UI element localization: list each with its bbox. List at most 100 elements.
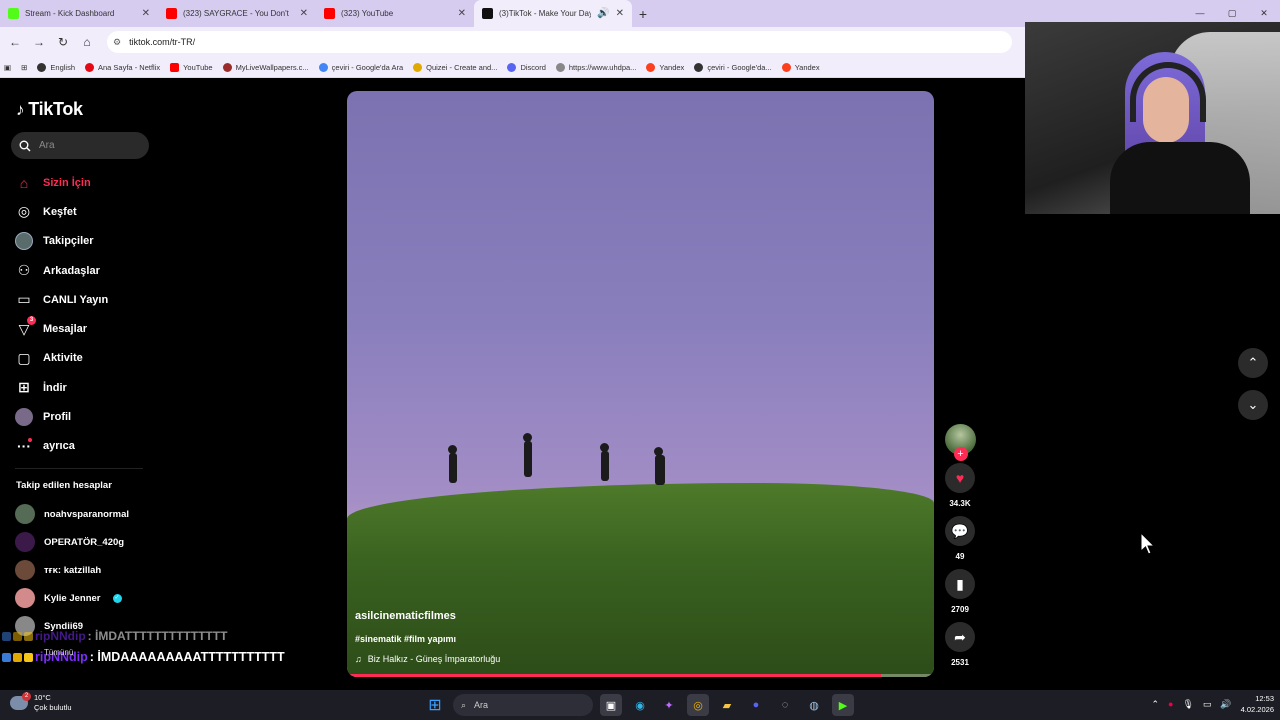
browser-tab-kick[interactable]: Stream - Kick Dashboard ✕ — [0, 0, 158, 27]
google-icon — [318, 62, 328, 72]
close-tab-icon[interactable]: ✕ — [300, 8, 308, 19]
video-music[interactable]: ♫ Biz Halkız - Güneş İmparatorluğu — [355, 654, 500, 664]
clock-time: 12:53 — [1255, 694, 1274, 703]
next-video-button[interactable]: ⌄ — [1238, 390, 1268, 420]
tiktok-sidebar: ♪ TikTok Ara ⌂ Sizin İçin ◎ Keşfet Takip… — [0, 80, 160, 690]
copilot-icon[interactable]: ✦ — [658, 694, 680, 716]
share-arrow-icon[interactable]: ➦ — [945, 622, 975, 652]
url-input[interactable]: ⚙ tiktok.com/tr-TR/ — [107, 31, 1012, 53]
heart-icon[interactable]: ♥ — [945, 463, 975, 493]
clock[interactable]: 12:53 4.02.2026 — [1241, 693, 1274, 715]
following-accounts-title: Takip edilen hesaplar — [16, 480, 112, 491]
kick-app-icon[interactable]: ▶ — [832, 694, 854, 716]
bookmark-quizei[interactable]: Quizei - Create and... — [413, 62, 497, 72]
back-arrow-icon[interactable]: ← — [3, 35, 27, 49]
speaker-icon[interactable]: 🔊 — [597, 8, 609, 19]
apps-grid-icon[interactable]: ⊞ — [21, 63, 27, 72]
following-account[interactable]: OPERATÖR_420g — [15, 528, 129, 556]
comment-icon[interactable]: 💬 — [945, 516, 975, 546]
reload-icon[interactable]: ↻ — [51, 35, 75, 49]
video-author[interactable]: asilcinematicfilmes — [355, 610, 456, 622]
like-action[interactable]: ♥ 34.3K — [945, 463, 975, 508]
sidebar-item-profile[interactable]: Profil — [15, 402, 108, 431]
system-tray: ⌃ ● 🎙 ▭ 🔊 12:53 4.02.2026 — [1151, 693, 1274, 715]
save-action[interactable]: ▮ 2709 — [945, 569, 975, 614]
following-account[interactable]: ᴛғᴋ: katzillah — [15, 556, 129, 584]
follow-plus-icon[interactable]: + — [953, 447, 968, 461]
creator-avatar[interactable]: + — [944, 424, 976, 461]
bookmark-google-ceviri[interactable]: çeviri - Google'da... — [694, 62, 772, 72]
browser-tab-tiktok[interactable]: (3)TikTok - Make Your Day 🔊 ✕ — [474, 0, 632, 27]
tiktok-logo[interactable]: ♪ TikTok — [16, 99, 83, 120]
weather-widget[interactable]: 2 10°C Çok bulutlu — [10, 692, 72, 713]
bookmark-mylivewallpapers[interactable]: MyLiveWallpapers.c... — [222, 62, 309, 72]
browser-tab-youtube[interactable]: (323) YouTube ✕ — [316, 0, 474, 27]
video-hashtags[interactable]: #sinematik #film yapımı — [355, 634, 456, 644]
bookmark-label: YouTube — [183, 62, 213, 72]
close-tab-icon[interactable]: ✕ — [616, 8, 624, 19]
sidebar-item-for-you[interactable]: ⌂ Sizin İçin — [15, 168, 108, 197]
sidebar-item-messages[interactable]: ▽ 3 Mesajlar — [15, 314, 108, 343]
sidebar-item-following[interactable]: Takipçiler — [15, 227, 108, 256]
weather-temp: 10°C — [34, 693, 51, 702]
record-app-icon[interactable]: ◌ — [774, 694, 796, 716]
sidebar-item-more[interactable]: ··· ayrıca — [15, 432, 108, 461]
bookmark-icon[interactable]: ▮ — [945, 569, 975, 599]
verified-badge-icon: ✓ — [112, 593, 122, 603]
sidebar-item-friends[interactable]: ⚇ Arkadaşlar — [15, 256, 108, 285]
chevron-up-icon[interactable]: ⌃ — [1151, 699, 1159, 710]
sidebar-item-activity[interactable]: ▢ Aktivite — [15, 344, 108, 373]
file-explorer-icon[interactable]: ▰ — [716, 694, 738, 716]
bookmark-discord[interactable]: Discord — [507, 62, 546, 72]
sidebar-item-download[interactable]: ⊞ İndir — [15, 373, 108, 402]
music-note-icon: ♫ — [355, 654, 362, 664]
chat-message: ripNNdip : İMDATTTTTTTTTTTTTT — [2, 626, 285, 646]
search-icon — [19, 140, 31, 151]
close-tab-icon[interactable]: ✕ — [458, 8, 466, 19]
previous-video-button[interactable]: ⌃ — [1238, 348, 1268, 378]
browser-tab-saygrace[interactable]: (323) SAYGRACE - You Don't ✕ — [158, 0, 316, 27]
sidebar-item-explore[interactable]: ◎ Keşfet — [15, 197, 108, 226]
home-button-icon[interactable]: ⌂ — [75, 35, 99, 49]
site-info-icon[interactable]: ⚙ — [113, 37, 121, 48]
sidebar-item-label: Arkadaşlar — [43, 264, 100, 277]
chrome-icon[interactable]: ◎ — [687, 694, 709, 716]
bookmark-google-translate[interactable]: çeviri - Google'da Ara — [318, 62, 403, 72]
discord-icon[interactable]: ● — [745, 694, 767, 716]
task-view-icon[interactable]: ▣ — [600, 694, 622, 716]
following-account[interactable]: noahvsparanormal — [15, 500, 129, 528]
bookmark-youtube[interactable]: YouTube — [170, 62, 213, 72]
share-action[interactable]: ➦ 2531 — [945, 622, 975, 667]
display-icon[interactable]: ▭ — [1203, 699, 1212, 710]
volume-icon[interactable]: 🔊 — [1220, 699, 1231, 710]
sidebar-item-live[interactable]: ▭ CANLI Yayın — [15, 285, 108, 314]
chat-text: : İMDATTTTTTTTTTTTTT — [87, 629, 228, 643]
microphone-icon[interactable]: 🎙 — [1182, 699, 1193, 710]
forward-arrow-icon[interactable]: → — [27, 35, 51, 49]
bookmark-uhdpaper[interactable]: https://www.uhdpa... — [555, 62, 636, 72]
bookmark-folder-icon[interactable]: ▣ — [4, 63, 11, 72]
taskbar-search[interactable]: ⌕ Ara — [453, 694, 593, 716]
bookmark-yandex-2[interactable]: Yandex — [781, 62, 820, 72]
video-player[interactable]: asilcinematicfilmes #sinematik #film yap… — [347, 91, 934, 677]
comment-action[interactable]: 💬 49 — [945, 516, 975, 561]
following-account[interactable]: Kylie Jenner ✓ — [15, 584, 129, 612]
close-tab-icon[interactable]: ✕ — [142, 8, 150, 19]
messages-badge: 3 — [27, 316, 36, 326]
sidebar-item-label: ayrıca — [43, 440, 75, 453]
steam-icon[interactable]: ◍ — [803, 694, 825, 716]
video-progress-bar[interactable] — [347, 674, 934, 677]
bookmark-netflix[interactable]: Ana Sayfa - Netflix — [85, 62, 160, 72]
windows-start-icon[interactable]: ⊞ — [424, 694, 446, 716]
new-tab-button[interactable]: + — [632, 6, 654, 22]
bookmark-yandex[interactable]: Yandex — [646, 62, 684, 72]
sidebar-divider — [15, 468, 143, 469]
see-all-link[interactable]: Tümünü — [44, 648, 73, 657]
bookmark-english[interactable]: English — [37, 62, 75, 72]
video-scene-person — [523, 433, 532, 477]
sidebar-item-label: Mesajlar — [43, 323, 88, 336]
app-tray-icon[interactable]: ● — [1168, 699, 1173, 709]
edge-icon[interactable]: ◉ — [629, 694, 651, 716]
search-input[interactable]: Ara — [11, 132, 149, 159]
tab-title: (323) SAYGRACE - You Don't — [183, 9, 289, 18]
